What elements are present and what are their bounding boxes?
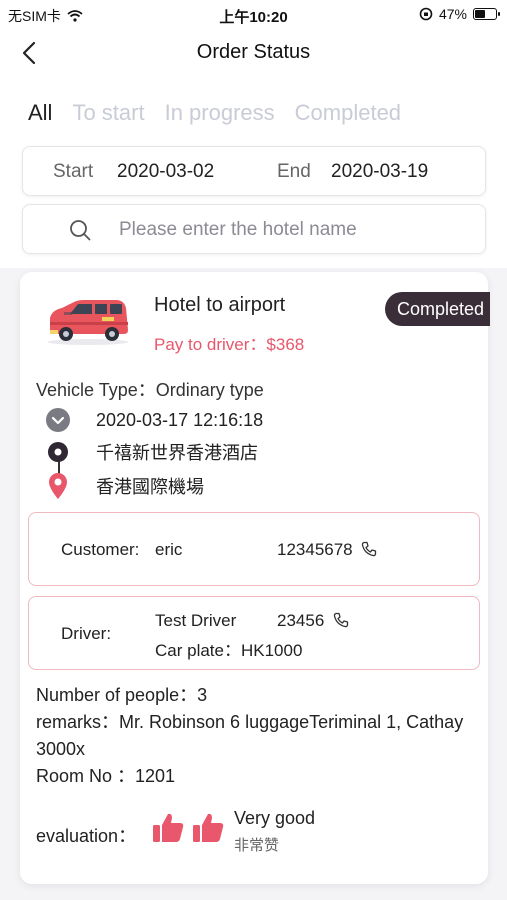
thumbs-up-icon: [193, 813, 224, 842]
pickup-location: 千禧新世界香港酒店: [96, 443, 258, 463]
dropoff-location: 香港國際機場: [96, 477, 204, 497]
tab-all[interactable]: All: [28, 100, 52, 126]
driver-label: Driver:: [61, 624, 112, 643]
nav-bar: Order Status: [0, 28, 507, 78]
tab-completed[interactable]: Completed: [295, 100, 401, 126]
number-of-people: Number of people：3: [36, 685, 208, 705]
rating-text: Very good: [234, 808, 316, 828]
start-date-label: Start: [53, 161, 94, 182]
evaluation-row: evaluation： Very good 非常赞: [36, 804, 476, 860]
driver-name: Test Driver: [155, 611, 237, 630]
pickup-time-row: 2020-03-17 12:16:18: [36, 406, 263, 434]
car-plate: Car plate：HK1000: [155, 641, 303, 660]
pickup-datetime: 2020-03-17 12:16:18: [96, 409, 264, 430]
rating-text-cn: 非常赞: [234, 837, 280, 854]
status-badge: Completed: [384, 292, 490, 326]
status-bar: 无SIM卡 上午10:20 47%: [0, 0, 507, 28]
tab-to-start[interactable]: To start: [72, 100, 144, 126]
tab-in-progress[interactable]: In progress: [165, 100, 275, 126]
pickup-row: 千禧新世界香港酒店: [36, 438, 258, 466]
location-pin-icon: [49, 473, 67, 499]
customer-label: Customer:: [61, 540, 140, 559]
pay-amount: Pay to driver：$368: [154, 335, 305, 354]
customer-info-box: Customer: eric 12345678: [28, 512, 480, 586]
phone-icon: [362, 541, 377, 557]
page-title: Order Status: [196, 41, 311, 63]
status-tabs: All To start In progress Completed: [28, 100, 401, 126]
evaluation-label: evaluation：: [36, 826, 137, 846]
dropoff-row: 香港國際機場: [36, 472, 204, 500]
taxi-van-icon: [48, 300, 128, 345]
battery-percent: 47%: [438, 6, 467, 22]
hotel-search-input[interactable]: [119, 213, 459, 247]
phone-icon: [333, 612, 349, 628]
search-bar: [22, 204, 486, 254]
driver-phone-link[interactable]: 23456: [277, 611, 349, 631]
orientation-lock-icon: [419, 7, 433, 21]
start-date-field[interactable]: 2020-03-02: [117, 161, 214, 183]
search-icon: [70, 220, 91, 241]
customer-phone: 12345678: [277, 540, 353, 559]
order-card[interactable]: Hotel to airport Pay to driver：$368 Comp…: [20, 272, 490, 884]
battery-icon: [473, 8, 500, 20]
customer-name: eric: [155, 540, 183, 559]
route-title: Hotel to airport: [154, 294, 286, 316]
room-number: Room No ：1201: [36, 766, 176, 786]
vehicle-type: Vehicle Type：Ordinary type: [36, 380, 264, 400]
status-right: 47%: [419, 6, 500, 22]
thumbs-up-icon: [153, 813, 184, 842]
remarks: remarks：Mr. Robinson 6 luggageTeriminal …: [36, 712, 464, 759]
end-date-field[interactable]: 2020-03-19: [331, 161, 428, 183]
date-range-filter: Start 2020-03-02 End 2020-03-19: [22, 146, 486, 196]
driver-info-box: Driver: Test Driver 23456 Car plate：HK10…: [28, 596, 480, 670]
end-date-label: End: [277, 161, 311, 182]
customer-phone-link[interactable]: 12345678: [277, 540, 377, 560]
order-details: Number of people：3 remarks：Mr. Robinson …: [36, 682, 476, 790]
origin-dot-icon: [48, 442, 68, 462]
clock-chevron-icon: [46, 408, 70, 432]
thumbs-up-rating: [150, 810, 226, 846]
driver-phone: 23456: [277, 611, 325, 630]
